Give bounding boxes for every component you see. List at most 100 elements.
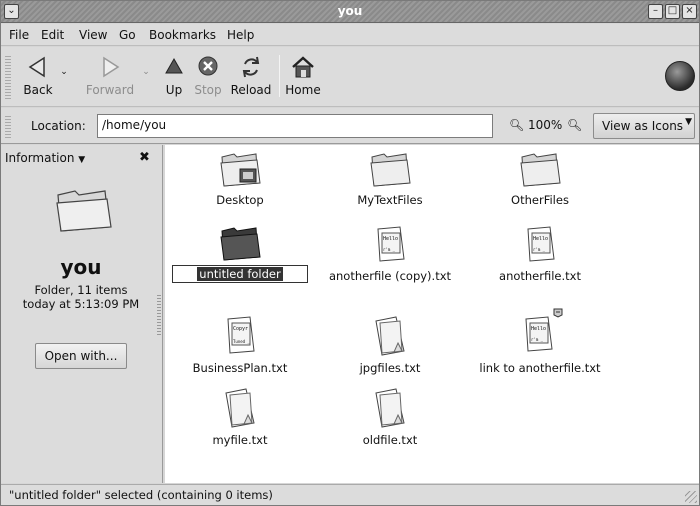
toolbar-grip[interactable] <box>5 55 11 99</box>
text-file-icon <box>225 388 255 428</box>
location-input[interactable]: /home/you <box>97 114 493 138</box>
menu-edit[interactable]: Edit <box>41 28 64 42</box>
activity-throbber-icon <box>665 61 695 91</box>
svg-text:r'm _: r'm _ <box>531 337 544 342</box>
file-name: anotherfile.txt <box>499 269 581 283</box>
side-pane-selector[interactable]: Information ▼ <box>5 151 85 165</box>
close-window-button[interactable]: × <box>682 4 697 19</box>
folder-item-count: Folder, 11 items <box>34 283 128 297</box>
home-icon <box>292 56 314 78</box>
side-pane-title: Information <box>5 151 75 165</box>
file-item-otherfiles[interactable]: OtherFiles <box>465 149 615 207</box>
folder-desktop-icon <box>220 153 261 187</box>
zoom-out-icon[interactable]: 🔍︎ <box>509 118 524 132</box>
icon-view[interactable]: Desktop MyTextFiles OtherFiles untitled … <box>165 145 699 483</box>
selected-folder-name: you <box>60 255 102 279</box>
file-item-anotherfile-copy[interactable]: Hello r'm _ anotherfile (copy).txt <box>315 223 465 283</box>
file-item-link-to-anotherfile[interactable]: Hello r'm _ link to anotherfile.txt <box>465 305 615 375</box>
reload-label: Reload <box>230 83 272 97</box>
text-file-icon <box>375 316 405 356</box>
file-item-oldfile[interactable]: oldfile.txt <box>315 385 465 447</box>
text-file-hello-icon: Hello r'm _ <box>527 226 555 262</box>
stop-icon <box>198 56 218 76</box>
back-label: Back <box>23 83 53 97</box>
file-item-myfile[interactable]: myfile.txt <box>165 385 315 447</box>
back-arrow-icon <box>28 56 45 78</box>
file-name: anotherfile (copy).txt <box>328 269 452 283</box>
pane-resize-handle[interactable] <box>157 295 161 335</box>
status-bar: "untitled folder" selected (containing 0… <box>1 484 699 505</box>
stop-label: Stop <box>194 83 222 97</box>
file-name: OtherFiles <box>511 193 569 207</box>
location-bar: Location: /home/you 🔍︎ 100% 🔍︎ View as I… <box>1 108 699 144</box>
chevron-down-icon: ⌄ <box>60 67 68 77</box>
open-with-button[interactable]: Open with... <box>35 343 127 369</box>
title-bar: ⌄ you – □ × <box>1 1 699 23</box>
text-file-copyright-icon: Copyr Tuned _ <box>227 316 255 354</box>
forward-history-dropdown[interactable]: ⌄ <box>139 53 153 81</box>
status-text: "untitled folder" selected (containing 0… <box>9 488 273 502</box>
up-button[interactable]: Up <box>161 53 187 97</box>
forward-arrow-icon <box>103 56 120 78</box>
reload-button[interactable]: Reload <box>229 53 273 97</box>
location-label: Location: <box>31 119 86 133</box>
up-label: Up <box>165 83 183 97</box>
text-file-hello-link-icon: Hello r'm _ <box>525 308 563 352</box>
file-name: jpgfiles.txt <box>359 361 421 375</box>
folder-icon <box>370 153 411 187</box>
text-file-icon <box>375 388 405 428</box>
back-history-dropdown[interactable]: ⌄ <box>57 53 71 81</box>
stop-button[interactable]: Stop <box>191 53 225 97</box>
chevron-down-icon: ⌄ <box>142 67 150 77</box>
menu-file[interactable]: File <box>9 28 29 42</box>
text-file-hello-icon: Hello r'm _ <box>377 226 405 262</box>
up-arrow-icon <box>165 57 183 74</box>
chevron-down-icon: ▼ <box>78 155 86 165</box>
menu-view[interactable]: View <box>79 28 107 42</box>
menu-go[interactable]: Go <box>119 28 136 42</box>
file-name: oldfile.txt <box>362 433 418 447</box>
file-item-mytextfiles[interactable]: MyTextFiles <box>315 149 465 207</box>
svg-text:Hello: Hello <box>383 236 398 242</box>
svg-text:r'm _: r'm _ <box>533 247 546 252</box>
svg-text:Copyr: Copyr <box>233 326 248 332</box>
maximize-button[interactable]: □ <box>665 4 680 19</box>
folder-icon <box>56 190 112 232</box>
menu-bookmarks[interactable]: Bookmarks <box>149 28 216 42</box>
chevron-down-icon: ▼ <box>685 117 692 127</box>
svg-text:Hello: Hello <box>531 326 546 332</box>
view-as-select[interactable]: View as Icons ▼ <box>593 113 695 139</box>
file-name: link to anotherfile.txt <box>479 361 601 375</box>
file-item-anotherfile[interactable]: Hello r'm _ anotherfile.txt <box>465 223 615 283</box>
folder-selected-icon <box>220 227 261 261</box>
zoom-in-icon[interactable]: 🔍︎ <box>567 118 582 132</box>
view-as-value: View as Icons <box>602 119 684 133</box>
file-item-desktop[interactable]: Desktop <box>165 149 315 207</box>
file-name: Desktop <box>216 193 264 207</box>
zoom-level[interactable]: 100% <box>528 118 562 132</box>
file-name: BusinessPlan.txt <box>192 361 288 375</box>
menu-bar: File Edit View Go Bookmarks Help <box>1 24 699 46</box>
menu-help[interactable]: Help <box>227 28 254 42</box>
toolbar-separator <box>279 55 280 97</box>
rename-field[interactable]: untitled folder <box>172 265 308 283</box>
forward-button[interactable]: Forward <box>83 53 137 97</box>
folder-icon <box>520 153 561 187</box>
location-bar-grip[interactable] <box>5 114 11 138</box>
minimize-button[interactable]: – <box>648 4 663 19</box>
svg-text:r'm _: r'm _ <box>383 247 396 252</box>
file-item-businessplan[interactable]: Copyr Tuned _ BusinessPlan.txt <box>165 313 315 375</box>
close-side-pane-icon[interactable]: ✖ <box>139 150 150 165</box>
home-button[interactable]: Home <box>284 53 322 97</box>
home-label: Home <box>285 83 321 97</box>
file-name-selected: untitled folder <box>197 267 283 281</box>
file-manager-window: ⌄ you – □ × File Edit View Go Bookmarks … <box>0 0 700 506</box>
file-item-jpgfiles[interactable]: jpgfiles.txt <box>315 313 465 375</box>
folder-modified-time: today at 5:13:09 PM <box>22 297 140 311</box>
file-item-untitled-folder[interactable]: untitled folder <box>165 225 315 283</box>
file-name: myfile.txt <box>212 433 268 447</box>
window-title: you <box>337 4 363 18</box>
back-button[interactable]: Back <box>19 53 57 97</box>
resize-grip-icon[interactable] <box>685 491 697 503</box>
reload-icon <box>242 56 260 78</box>
